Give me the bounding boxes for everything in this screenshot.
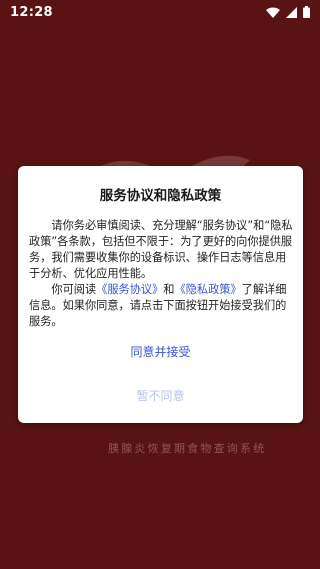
- disagree-button[interactable]: 暂不同意: [18, 380, 303, 410]
- paragraph-2-prefix: 你可阅读: [51, 283, 97, 296]
- status-bar: 12:28: [0, 0, 320, 24]
- paragraph-2-and: 和: [163, 283, 175, 296]
- dialog-body: 请你务必审慎阅读、充分理解“服务协议”和“隐私政策”各条款，包括但不限于：为了更…: [29, 218, 295, 330]
- dialog-paragraph-1: 请你务必审慎阅读、充分理解“服务协议”和“隐私政策”各条款，包括但不限于：为了更…: [29, 219, 293, 280]
- app-screen: 12:28 胰腺炎恢复期食物查询系统 服务协议和隐私政策 请你务必审慎阅读、充分…: [0, 0, 320, 569]
- privacy-dialog: 服务协议和隐私政策 请你务必审慎阅读、充分理解“服务协议”和“隐私政策”各条款，…: [18, 166, 303, 423]
- wifi-icon: [266, 7, 280, 18]
- dialog-paragraph-2: 你可阅读《服务协议》和《隐私政策》了解详细信息。如果你同意，请点击下面按钮开始接…: [29, 282, 295, 330]
- agree-button[interactable]: 同意并接受: [18, 336, 303, 366]
- app-subtitle: 胰腺炎恢复期食物查询系统: [108, 442, 267, 455]
- status-time: 12:28: [10, 4, 53, 20]
- service-agreement-link[interactable]: 《服务协议》: [96, 283, 163, 296]
- status-icons: [266, 6, 310, 18]
- cell-signal-icon: [286, 6, 297, 18]
- battery-icon: [303, 6, 310, 18]
- privacy-policy-link[interactable]: 《隐私政策》: [175, 283, 242, 296]
- dialog-title: 服务协议和隐私政策: [99, 188, 222, 204]
